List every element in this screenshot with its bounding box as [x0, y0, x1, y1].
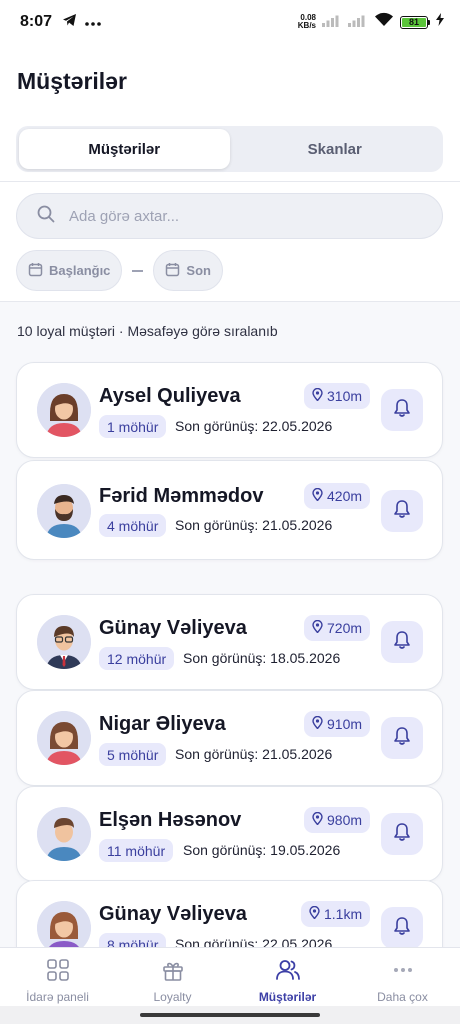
- customer-name: Fərid Məmmədov: [99, 485, 264, 507]
- notify-button[interactable]: [381, 907, 423, 949]
- status-time: 8:07: [20, 13, 53, 30]
- distance-badge: 420m: [304, 483, 371, 509]
- last-seen: Son görünüş: 21.05.2026: [175, 746, 333, 762]
- more-icon: [391, 958, 415, 985]
- notify-button[interactable]: [381, 490, 423, 532]
- nav-item-more[interactable]: Daha çox: [345, 948, 460, 1006]
- avatar: [37, 807, 91, 861]
- location-pin-icon: [312, 619, 323, 636]
- date-range-dash: [132, 269, 144, 272]
- battery-icon: 81: [400, 15, 430, 29]
- avatar: [37, 615, 91, 669]
- customer-name: Elşən Həsənov: [99, 809, 242, 831]
- customer-card[interactable]: Fərid Məmmədov 4 möhür Son görünüş: 21.0…: [16, 460, 443, 560]
- segmented-control: Müştərilər Skanlar: [16, 126, 443, 172]
- notify-button[interactable]: [381, 621, 423, 663]
- bell-icon: [393, 916, 411, 941]
- stamp-count-badge: 5 möhür: [99, 743, 167, 766]
- distance-badge: 910m: [304, 711, 371, 737]
- search-box[interactable]: [16, 193, 443, 239]
- nav-label: Müştərilər: [258, 990, 317, 1004]
- search-icon: [37, 205, 55, 228]
- distance-badge: 720m: [304, 615, 371, 641]
- wifi-icon: [374, 12, 394, 32]
- bell-icon: [393, 822, 411, 847]
- notify-button[interactable]: [381, 813, 423, 855]
- last-seen: Son görünüş: 19.05.2026: [183, 842, 341, 858]
- last-seen: Son görünüş: 21.05.2026: [175, 517, 333, 533]
- more-dots-icon: [85, 13, 101, 31]
- start-date-label: Başlanğıc: [49, 263, 111, 278]
- location-pin-icon: [312, 715, 323, 732]
- customer-card[interactable]: Günay Vəliyeva 12 möhür Son görünüş: 18.…: [16, 594, 443, 690]
- nav-item-customers[interactable]: Müştərilər: [230, 948, 345, 1006]
- list-info: 10 loyal müştəri · Məsafəyə görə sıralan…: [17, 323, 278, 339]
- signal-icon-2: [348, 13, 368, 32]
- home-indicator[interactable]: [140, 1013, 320, 1017]
- distance-badge: 1.1km: [301, 901, 371, 927]
- avatar: [37, 383, 91, 437]
- customer-card[interactable]: Aysel Quliyeva 1 möhür Son görünüş: 22.0…: [16, 362, 443, 458]
- nav-label: Loyalty: [153, 990, 192, 1004]
- last-seen: Son görünüş: 22.05.2026: [175, 418, 333, 434]
- users-icon: [275, 958, 301, 985]
- telegram-icon: [62, 13, 77, 32]
- stamp-count-badge: 11 möhür: [99, 839, 174, 862]
- search-area: Başlanğıc Son: [0, 182, 460, 302]
- status-bar: 8:07 0.08 KB/s 81: [0, 0, 460, 44]
- stamp-count-badge: 1 möhür: [99, 415, 167, 438]
- last-seen: Son görünüş: 18.05.2026: [183, 650, 341, 666]
- end-date-button[interactable]: Son: [153, 250, 223, 291]
- dashboard-icon: [46, 958, 70, 985]
- distance-badge: 310m: [304, 383, 371, 409]
- stamp-count-badge: 4 möhür: [99, 514, 167, 537]
- customer-card[interactable]: Elşən Həsənov 11 möhür Son görünüş: 19.0…: [16, 786, 443, 882]
- location-pin-icon: [312, 811, 323, 828]
- location-pin-icon: [312, 387, 323, 404]
- customer-name: Nigar Əliyeva: [99, 713, 226, 735]
- bell-icon: [393, 398, 411, 423]
- search-input[interactable]: [69, 207, 399, 225]
- date-filter-row: Başlanğıc Son: [16, 250, 223, 291]
- location-pin-icon: [312, 487, 323, 504]
- bottom-nav: İdarə paneli Loyalty Müştərilər Daha çox: [0, 947, 460, 1006]
- customer-name: Aysel Quliyeva: [99, 385, 241, 407]
- bell-icon: [393, 499, 411, 524]
- system-gesture-bar: [0, 1006, 460, 1024]
- nav-label: İdarə paneli: [26, 990, 89, 1004]
- nav-item-loyalty[interactable]: Loyalty: [115, 948, 230, 1006]
- gift-icon: [161, 958, 185, 985]
- customer-name: Günay Vəliyeva: [99, 903, 247, 925]
- calendar-icon: [165, 262, 180, 280]
- start-date-button[interactable]: Başlanğıc: [16, 250, 123, 291]
- bell-icon: [393, 630, 411, 655]
- distance-badge: 980m: [304, 807, 371, 833]
- net-speed: 0.08 KB/s: [297, 13, 316, 30]
- nav-item-dashboard[interactable]: İdarə paneli: [0, 948, 115, 1006]
- end-date-label: Son: [186, 263, 211, 278]
- location-pin-icon: [309, 905, 320, 922]
- bell-icon: [393, 726, 411, 751]
- notify-button[interactable]: [381, 717, 423, 759]
- customer-name: Günay Vəliyeva: [99, 617, 247, 639]
- page-title: Müştərilər: [17, 68, 127, 94]
- notify-button[interactable]: [381, 389, 423, 431]
- tab-customers[interactable]: Müştərilər: [19, 129, 230, 169]
- avatar: [37, 711, 91, 765]
- stamp-count-badge: 12 möhür: [99, 647, 175, 670]
- tab-scans[interactable]: Skanlar: [230, 129, 441, 169]
- signal-icon: [322, 13, 342, 32]
- calendar-icon: [28, 262, 43, 280]
- header: Müştərilər Müştərilər Skanlar: [0, 44, 460, 182]
- avatar: [37, 484, 91, 538]
- charging-icon: [436, 13, 444, 31]
- customer-card[interactable]: Nigar Əliyeva 5 möhür Son görünüş: 21.05…: [16, 690, 443, 786]
- nav-label: Daha çox: [377, 990, 428, 1004]
